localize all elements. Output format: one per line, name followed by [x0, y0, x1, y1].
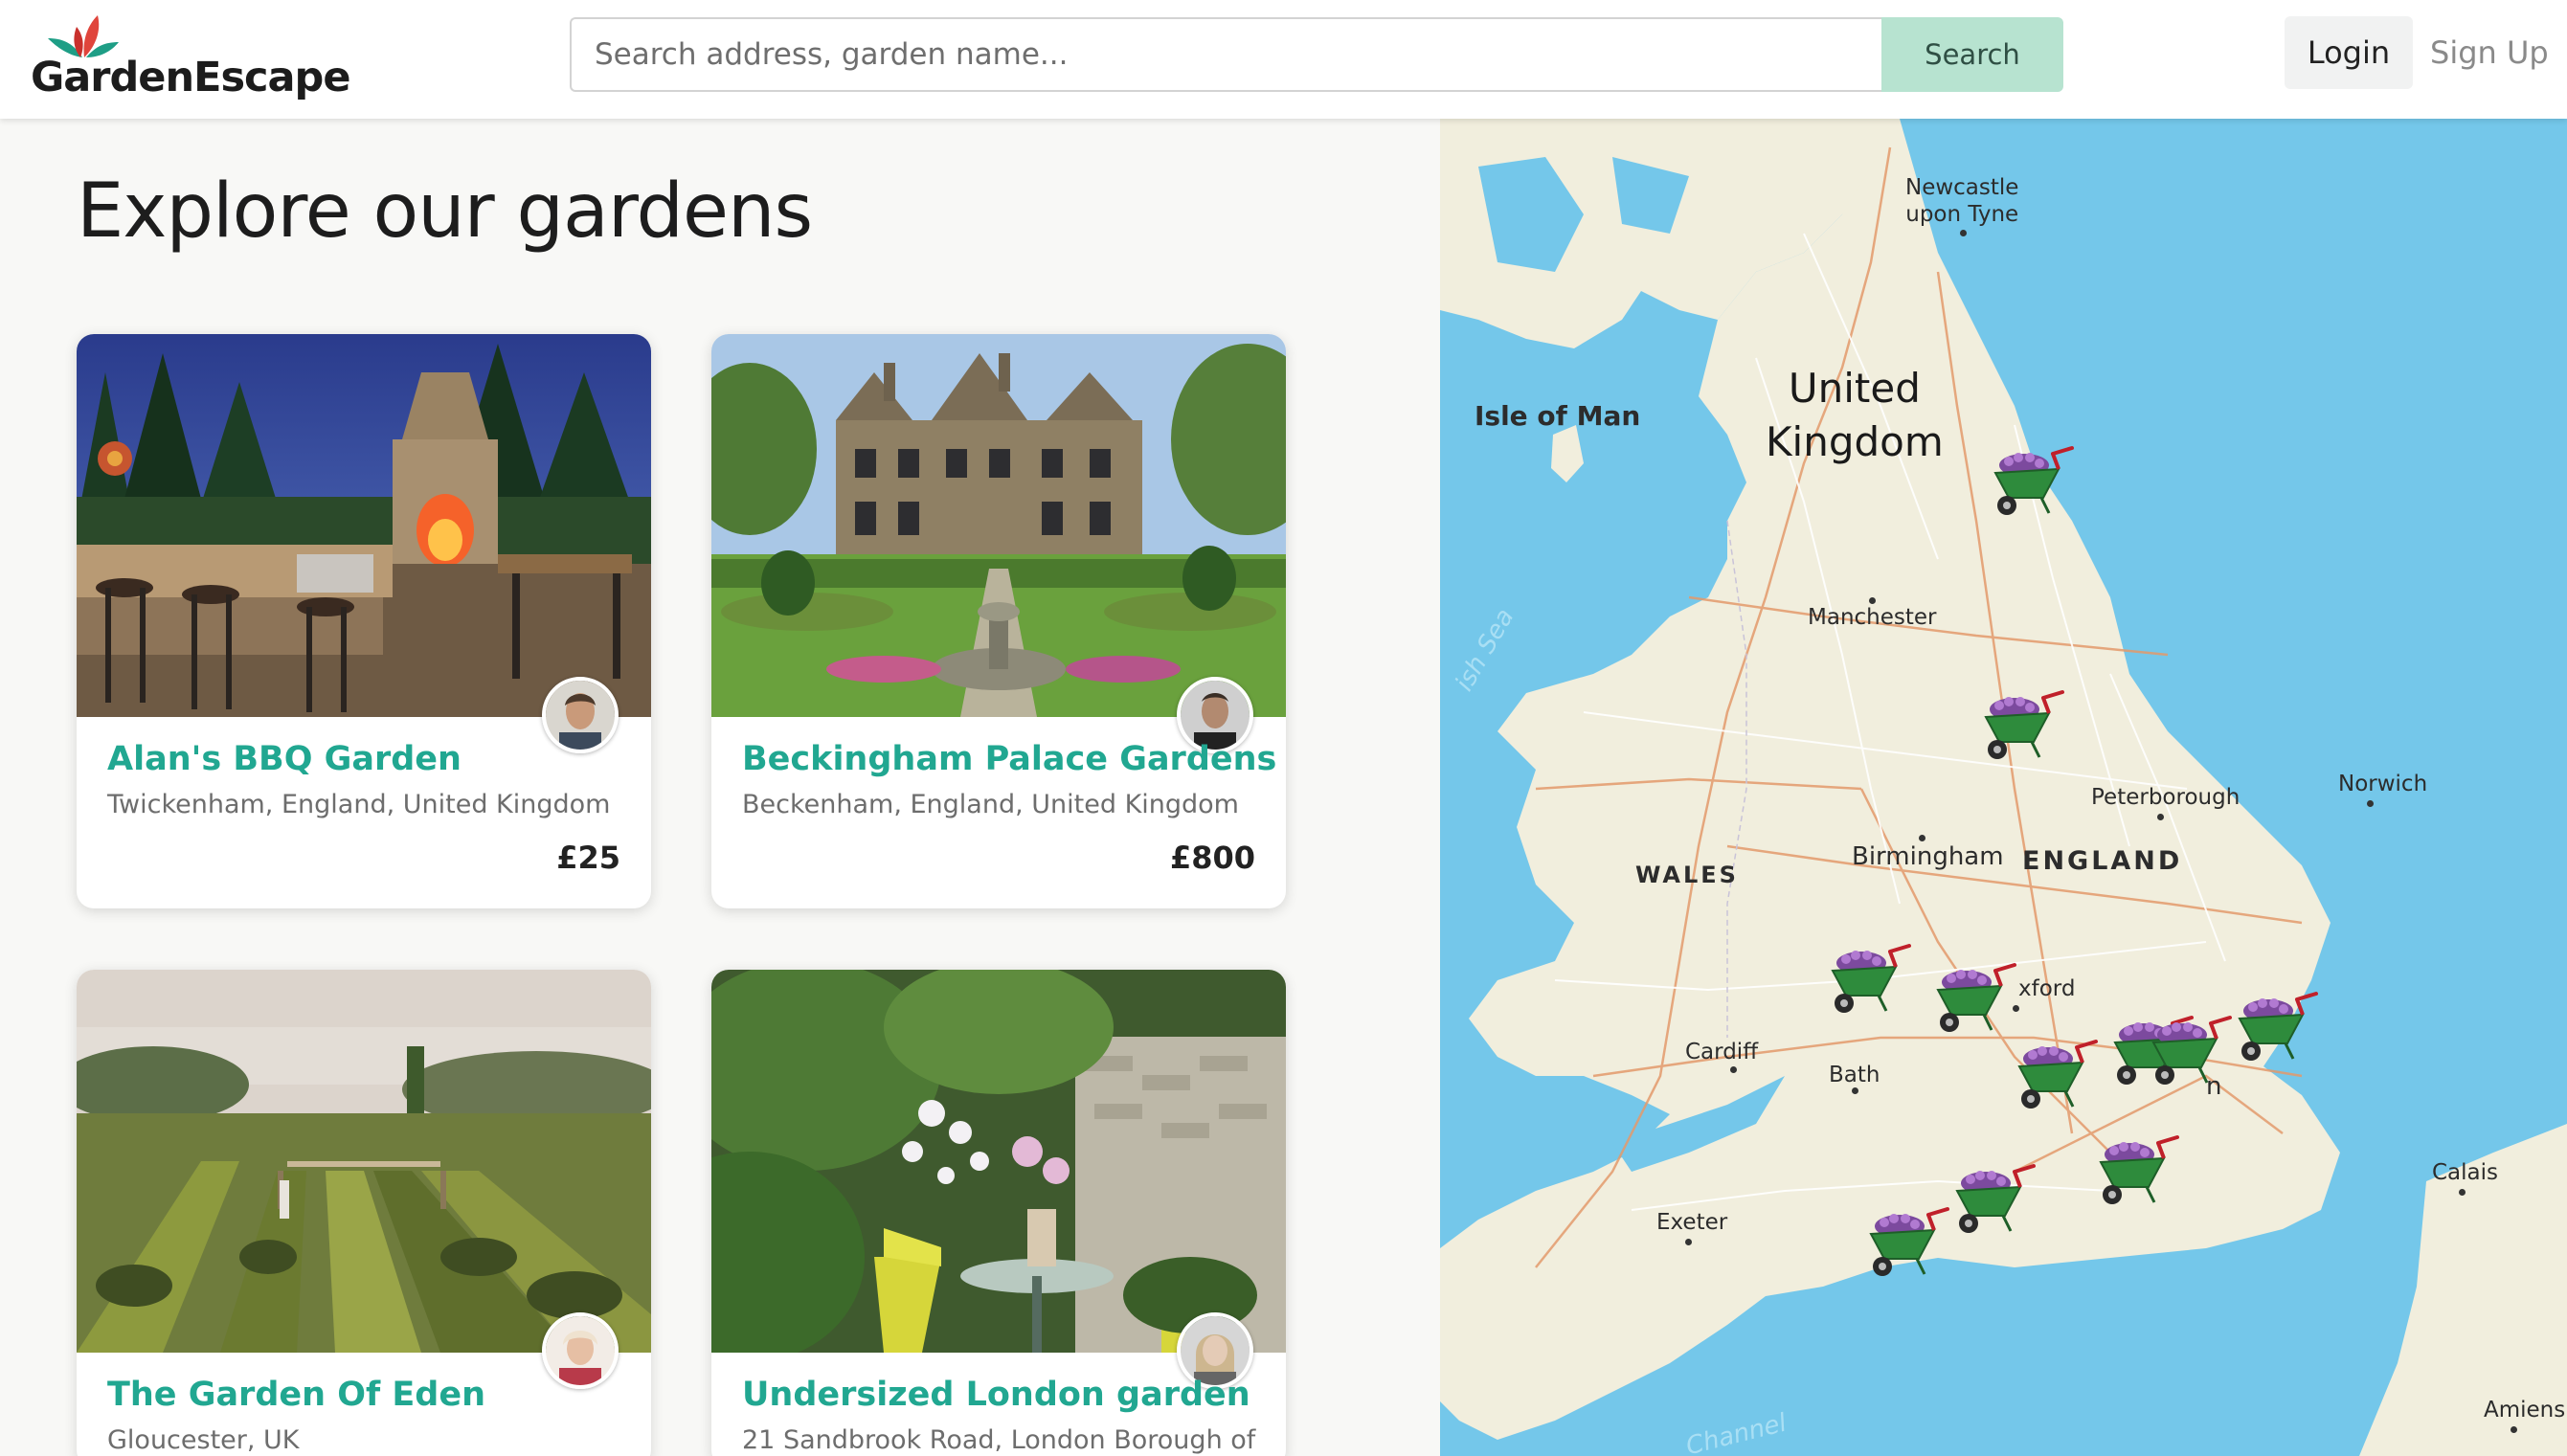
search-bar: Search [570, 17, 2063, 92]
logo[interactable]: GardenEscape [31, 13, 350, 109]
city-dot [1960, 230, 1967, 236]
wheelbarrow-flowers-icon[interactable] [1948, 1162, 2039, 1239]
city-dot [1685, 1239, 1692, 1245]
garden-price: £25 [556, 840, 620, 876]
wheelbarrow-flowers-icon[interactable] [2010, 1038, 2102, 1114]
map-label-birmingham: Birmingham [1852, 842, 2004, 871]
map-label-peterborough: Peterborough [2091, 785, 2240, 810]
map-label-manchester: Manchester [1808, 605, 1937, 630]
garden-name[interactable]: Beckingham Palace Gardens [742, 740, 1276, 778]
garden-name[interactable]: Undersized London garden [742, 1376, 1250, 1414]
map-label-england: ENGLAND [2022, 846, 2183, 876]
garden-location: Twickenham, England, United Kingdom [107, 790, 611, 819]
garden-card[interactable]: Beckingham Palace Gardens Beckenham, Eng… [711, 334, 1286, 908]
header: GardenEscape Search Login Sign Up [0, 0, 2567, 119]
garden-card[interactable]: Alan's BBQ Garden Twickenham, England, U… [77, 334, 651, 908]
city-dot [2367, 800, 2374, 807]
map-label-norwich: Norwich [2338, 772, 2428, 796]
map-label-cardiff: Cardiff [1685, 1040, 1759, 1064]
city-dot [2459, 1189, 2466, 1196]
map-label-isle-of-man: Isle of Man [1475, 400, 1641, 432]
signup-link[interactable]: Sign Up [2430, 34, 2549, 71]
wheelbarrow-flowers-icon[interactable] [2144, 1014, 2236, 1090]
garden-name[interactable]: The Garden Of Eden [107, 1376, 485, 1414]
garden-photo [711, 334, 1286, 717]
city-dot [1919, 835, 1925, 841]
brand-name: GardenEscape [31, 54, 350, 101]
map-label-united-kingdom: United Kingdom [1766, 365, 1944, 465]
login-button[interactable]: Login [2285, 16, 2413, 89]
garden-photo [711, 970, 1286, 1353]
city-dot [1730, 1066, 1737, 1073]
garden-photo [77, 334, 651, 717]
wheelbarrow-flowers-icon[interactable] [1976, 688, 2068, 765]
map-label-bath: Bath [1829, 1063, 1880, 1087]
map-label-wales: WALES [1635, 862, 1739, 888]
wheelbarrow-flowers-icon[interactable] [2091, 1133, 2183, 1210]
city-dot [2511, 1426, 2517, 1433]
wheelbarrow-flowers-icon[interactable] [1861, 1205, 1953, 1282]
garden-name[interactable]: Alan's BBQ Garden [107, 740, 462, 778]
wheelbarrow-flowers-icon[interactable] [2230, 990, 2322, 1066]
map-label-oxford: xford [2018, 976, 2076, 1001]
wheelbarrow-flowers-icon[interactable] [1823, 942, 1915, 1019]
garden-price: £800 [1169, 840, 1255, 876]
page-title: Explore our gardens [77, 168, 813, 255]
search-button[interactable]: Search [1881, 17, 2063, 92]
garden-location: Gloucester, UK [107, 1425, 300, 1455]
map-label-exeter: Exeter [1656, 1210, 1728, 1235]
garden-location: Beckenham, England, United Kingdom [742, 790, 1239, 819]
map-label-amiens: Amiens [2484, 1398, 2566, 1422]
map-label-calais: Calais [2432, 1160, 2499, 1185]
city-dot [2157, 814, 2164, 820]
garden-card[interactable]: Undersized London garden 21 Sandbrook Ro… [711, 970, 1286, 1456]
city-dot [1869, 597, 1876, 604]
garden-photo [77, 970, 651, 1353]
map[interactable]: Newcastle upon Tyne Isle of Man United K… [1440, 119, 2567, 1456]
search-input[interactable] [570, 17, 1881, 92]
host-avatar [542, 677, 619, 753]
map-label-newcastle: Newcastle upon Tyne [1905, 175, 2019, 227]
wheelbarrow-flowers-icon[interactable] [1928, 961, 2020, 1038]
garden-card[interactable]: The Garden Of Eden Gloucester, UK [77, 970, 651, 1456]
garden-location: 21 Sandbrook Road, London Borough of [742, 1425, 1256, 1455]
wheelbarrow-flowers-icon[interactable] [1986, 444, 2078, 521]
city-dot [1852, 1087, 1858, 1094]
host-avatar [542, 1312, 619, 1389]
